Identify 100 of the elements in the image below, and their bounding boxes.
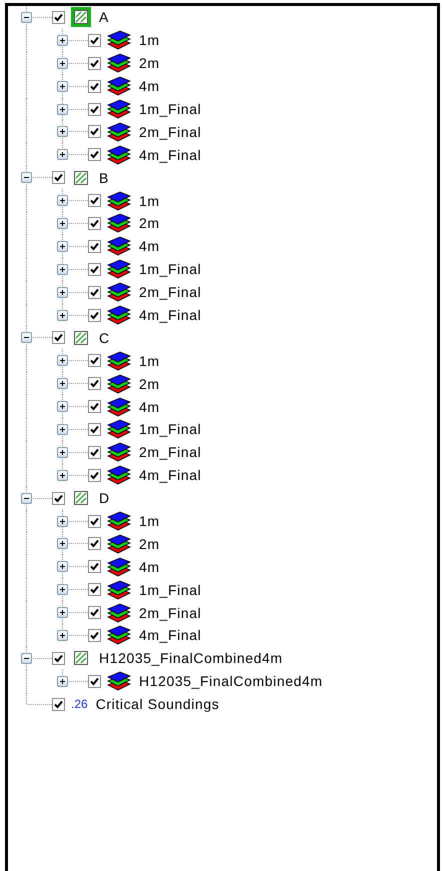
checkbox[interactable] [88, 354, 101, 368]
checkbox[interactable] [88, 422, 101, 436]
layer-name: C [99, 330, 110, 346]
raster-stack-icon [107, 465, 131, 486]
raster-stack-icon [107, 144, 131, 165]
checkbox[interactable] [88, 286, 101, 299]
checkbox[interactable] [88, 446, 101, 459]
raster-stack-icon [107, 671, 131, 692]
raster-stack-icon [107, 213, 131, 234]
checkbox[interactable] [88, 56, 101, 70]
checkbox[interactable] [52, 652, 65, 665]
layer-name: 4m [139, 398, 160, 415]
expander-button[interactable] [21, 652, 32, 664]
layer-name: Critical Soundings [96, 696, 220, 712]
raster-stack-icon [107, 53, 131, 74]
expander-button[interactable] [57, 538, 68, 550]
layer-name: B [99, 170, 109, 186]
expander-button[interactable] [57, 240, 68, 252]
checkbox[interactable] [88, 560, 101, 574]
layer-name: 4m [139, 238, 160, 254]
checkbox[interactable] [88, 583, 101, 596]
checkbox[interactable] [88, 262, 101, 276]
checkbox[interactable] [88, 628, 101, 642]
checkbox[interactable] [88, 125, 101, 138]
expander-button[interactable] [57, 104, 68, 115]
raster-stack-icon [107, 534, 131, 554]
layer-name: 2m_Final [139, 124, 202, 140]
raster-stack-icon [107, 305, 131, 326]
checkbox[interactable] [52, 331, 65, 344]
layer-name: 1m_Final [139, 421, 202, 438]
layer-name: 1m_Final [139, 261, 202, 278]
expander-button[interactable] [57, 516, 68, 527]
expander-button[interactable] [57, 310, 68, 321]
checkbox[interactable] [52, 10, 65, 24]
layer-name: 4m_Final [139, 146, 202, 163]
checkbox[interactable] [88, 674, 101, 688]
expander-button[interactable] [57, 195, 68, 206]
expander-button[interactable] [57, 355, 68, 366]
checkbox[interactable] [52, 698, 65, 711]
raster-stack-icon [107, 236, 131, 256]
raster-stack-icon [107, 350, 131, 371]
checkbox[interactable] [88, 377, 101, 390]
expander-button[interactable] [57, 286, 68, 298]
checkbox[interactable] [88, 468, 101, 482]
raster-stack-icon [107, 442, 131, 462]
checkbox[interactable] [88, 194, 101, 208]
layer-name: 2m_Final [139, 444, 202, 460]
raster-stack-icon [107, 259, 131, 280]
checkbox[interactable] [88, 514, 101, 528]
checkbox[interactable] [88, 400, 101, 414]
expander-button[interactable] [57, 378, 68, 390]
expander-button[interactable] [21, 332, 32, 344]
raster-stack-icon [107, 625, 131, 646]
expander-button[interactable] [57, 630, 68, 642]
raster-stack-icon [107, 30, 131, 50]
checkbox[interactable] [88, 102, 101, 116]
expander-button[interactable] [57, 561, 68, 572]
layer-name: 2m [139, 55, 160, 72]
layer-name: 1m [139, 513, 160, 530]
expander-button[interactable] [21, 172, 32, 184]
layer-name: 2m [139, 376, 160, 392]
checkbox[interactable] [52, 492, 65, 505]
checkbox[interactable] [88, 606, 101, 620]
raster-stack-icon [107, 76, 131, 96]
layer-name: 1m_Final [139, 101, 202, 117]
checkbox[interactable] [88, 308, 101, 322]
expander-button[interactable] [21, 492, 32, 504]
expander-button[interactable] [57, 58, 68, 69]
expander-button[interactable] [57, 676, 68, 687]
layer-name: 4m_Final [139, 307, 202, 324]
expander-button[interactable] [57, 34, 68, 46]
layer-name: 2m [139, 215, 160, 232]
expander-button[interactable] [57, 126, 68, 138]
layer-name: 1m [139, 352, 160, 369]
expander-button[interactable] [57, 607, 68, 618]
layer-name: D [99, 490, 110, 506]
expander-button[interactable] [57, 584, 68, 596]
layer-name: 4m [139, 558, 160, 575]
checkbox[interactable] [88, 537, 101, 550]
expander-button[interactable] [57, 446, 68, 458]
expander-button[interactable] [57, 424, 68, 436]
checkbox[interactable] [88, 34, 101, 47]
expander-button[interactable] [57, 80, 68, 92]
layer-name: 1m_Final [139, 582, 202, 598]
expander-button[interactable] [57, 149, 68, 160]
layer-name: 4m [139, 78, 160, 94]
checkbox[interactable] [88, 216, 101, 230]
expander-button[interactable] [57, 401, 68, 412]
layer-name: H12035_FinalCombined4m [99, 650, 283, 666]
soundings-icon: .26 [71, 697, 88, 712]
checkbox[interactable] [88, 240, 101, 253]
raster-stack-icon [107, 419, 131, 440]
checkbox[interactable] [88, 80, 101, 93]
expander-button[interactable] [57, 264, 68, 275]
expander-button[interactable] [57, 218, 68, 230]
checkbox[interactable] [52, 171, 65, 184]
layer-name: A [99, 9, 109, 26]
expander-button[interactable] [21, 12, 32, 23]
checkbox[interactable] [88, 148, 101, 162]
expander-button[interactable] [57, 470, 68, 481]
